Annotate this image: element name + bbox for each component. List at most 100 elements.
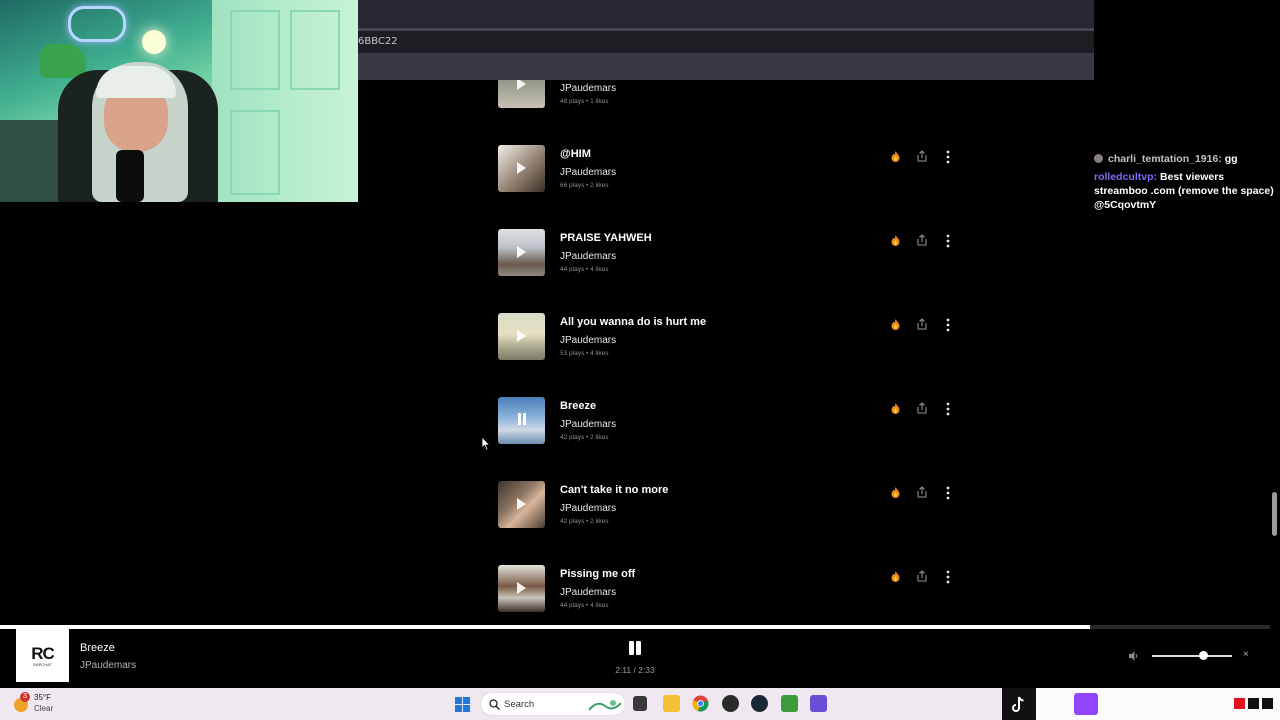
track-artist[interactable]: JPaudemars	[560, 251, 616, 262]
weather-notification-badge: 3	[20, 692, 30, 702]
browser-toolbar	[358, 53, 1094, 80]
chrome-icon[interactable]	[692, 695, 709, 712]
track-row[interactable]: Breeze JPaudemars 42 plays • 2 likes	[498, 397, 958, 445]
fire-icon[interactable]	[891, 319, 900, 330]
track-title[interactable]: PRAISE YAHWEH	[560, 232, 652, 244]
track-thumbnail[interactable]	[498, 80, 545, 108]
play-icon	[517, 330, 526, 342]
volume-slider-handle[interactable]	[1199, 651, 1209, 660]
mouse-cursor-icon	[481, 436, 491, 451]
share-icon[interactable]	[917, 234, 927, 246]
app-grid-icon[interactable]	[810, 695, 827, 712]
track-title[interactable]: Breeze	[560, 400, 596, 412]
share-icon[interactable]	[917, 318, 927, 330]
volume-slider[interactable]	[1152, 655, 1232, 657]
more-options-icon[interactable]	[945, 402, 951, 416]
track-row[interactable]: JPaudemars 48 plays • 1 likes	[498, 80, 958, 108]
track-title[interactable]: All you wanna do is hurt me	[560, 316, 706, 328]
tray-black-icon[interactable]	[1248, 698, 1259, 709]
now-playing-cover[interactable]: RC RAPCHAT	[16, 629, 69, 682]
browser-address-bar[interactable]: 6BBC22	[358, 31, 1094, 53]
gamepad-neon-sign	[68, 6, 126, 42]
pause-icon	[629, 641, 634, 655]
close-player-button[interactable]: ×	[1243, 649, 1249, 660]
file-explorer-icon[interactable]	[663, 695, 680, 712]
task-view-icon[interactable]	[633, 696, 647, 711]
search-icon	[489, 699, 500, 710]
pause-button[interactable]	[627, 639, 643, 657]
tiktok-icon[interactable]	[1002, 688, 1036, 720]
fire-icon[interactable]	[891, 235, 900, 246]
search-label: Search	[504, 699, 535, 710]
weather-temperature[interactable]: 35°F	[34, 693, 51, 702]
track-artist[interactable]: JPaudemars	[560, 167, 616, 178]
chat-avatar	[1094, 154, 1103, 163]
track-stats: 53 plays • 4 likes	[560, 350, 609, 357]
track-artist[interactable]: JPaudemars	[560, 419, 616, 430]
obs-icon[interactable]	[722, 695, 739, 712]
windows-start-icon[interactable]	[455, 697, 470, 712]
track-artist[interactable]: JPaudemars	[560, 503, 616, 514]
track-artist[interactable]: JPaudemars	[560, 587, 616, 598]
now-playing-bar: RC RAPCHAT Breeze JPaudemars 2:11 / 2:33…	[0, 629, 1280, 688]
xbox-icon[interactable]	[781, 695, 798, 712]
page-scrollbar[interactable]	[1270, 224, 1280, 628]
weather-condition[interactable]: Clear	[34, 704, 53, 713]
twitch-icon[interactable]	[1074, 693, 1098, 715]
track-row[interactable]: @HIM JPaudemars 66 plays • 2 likes	[498, 145, 958, 193]
fire-icon[interactable]	[891, 571, 900, 582]
taskbar-search[interactable]: Search	[480, 692, 626, 716]
more-options-icon[interactable]	[945, 150, 951, 164]
rapchat-logo-sub: RAPCHAT	[33, 662, 52, 667]
tray-red-icon[interactable]	[1234, 698, 1245, 709]
play-icon	[517, 80, 526, 90]
rapchat-logo: RC	[31, 644, 55, 663]
share-icon[interactable]	[917, 402, 927, 414]
browser-tab-strip	[358, 0, 1094, 28]
fire-icon[interactable]	[891, 487, 900, 498]
track-row[interactable]: Can't take it no more JPaudemars 42 play…	[498, 481, 958, 529]
track-artist[interactable]: JPaudemars	[560, 83, 616, 94]
tray-black-icon-2[interactable]	[1262, 698, 1273, 709]
track-stats: 48 plays • 1 likes	[560, 98, 609, 105]
fire-icon[interactable]	[891, 403, 900, 414]
track-row[interactable]: All you wanna do is hurt me JPaudemars 5…	[498, 313, 958, 361]
track-artist[interactable]: JPaudemars	[560, 335, 616, 346]
chat-message: rolledcultvp: Best viewers streamboo .co…	[1094, 170, 1280, 212]
steam-icon[interactable]	[751, 695, 768, 712]
play-icon	[517, 498, 526, 510]
more-options-icon[interactable]	[945, 318, 951, 332]
track-title[interactable]: @HIM	[560, 148, 591, 160]
track-title[interactable]: Pissing me off	[560, 568, 635, 580]
fire-icon[interactable]	[891, 151, 900, 162]
track-thumbnail[interactable]	[498, 313, 545, 360]
track-thumbnail[interactable]	[498, 145, 545, 192]
now-playing-title[interactable]: Breeze	[80, 642, 115, 654]
share-icon[interactable]	[917, 570, 927, 582]
track-stats: 66 plays • 2 likes	[560, 182, 609, 189]
track-thumbnail[interactable]	[498, 481, 545, 528]
track-row[interactable]: PRAISE YAHWEH JPaudemars 44 plays • 4 li…	[498, 229, 958, 277]
more-options-icon[interactable]	[945, 570, 951, 584]
track-thumbnail[interactable]	[498, 397, 545, 444]
chat-username: rolledcultvp:	[1094, 171, 1158, 183]
chat-overlay: charli_temtation_1916: gg rolledcultvp: …	[1094, 152, 1280, 224]
track-row[interactable]: Pissing me off JPaudemars 44 plays • 4 l…	[498, 565, 958, 613]
track-stats: 42 plays • 2 likes	[560, 518, 609, 525]
chat-text: gg	[1224, 153, 1238, 165]
track-title[interactable]: Can't take it no more	[560, 484, 668, 496]
volume-icon[interactable]	[1128, 650, 1140, 662]
more-options-icon[interactable]	[945, 486, 951, 500]
more-options-icon[interactable]	[945, 234, 951, 248]
scrollbar-thumb[interactable]	[1272, 492, 1277, 536]
address-bar-text: 6BBC22	[358, 36, 398, 47]
webcam-overlay	[0, 0, 358, 202]
play-icon	[517, 246, 526, 258]
system-tray	[1036, 688, 1280, 720]
track-thumbnail[interactable]	[498, 229, 545, 276]
share-icon[interactable]	[917, 150, 927, 162]
now-playing-artist[interactable]: JPaudemars	[80, 660, 136, 671]
track-stats: 42 plays • 2 likes	[560, 434, 609, 441]
share-icon[interactable]	[917, 486, 927, 498]
track-thumbnail[interactable]	[498, 565, 545, 612]
